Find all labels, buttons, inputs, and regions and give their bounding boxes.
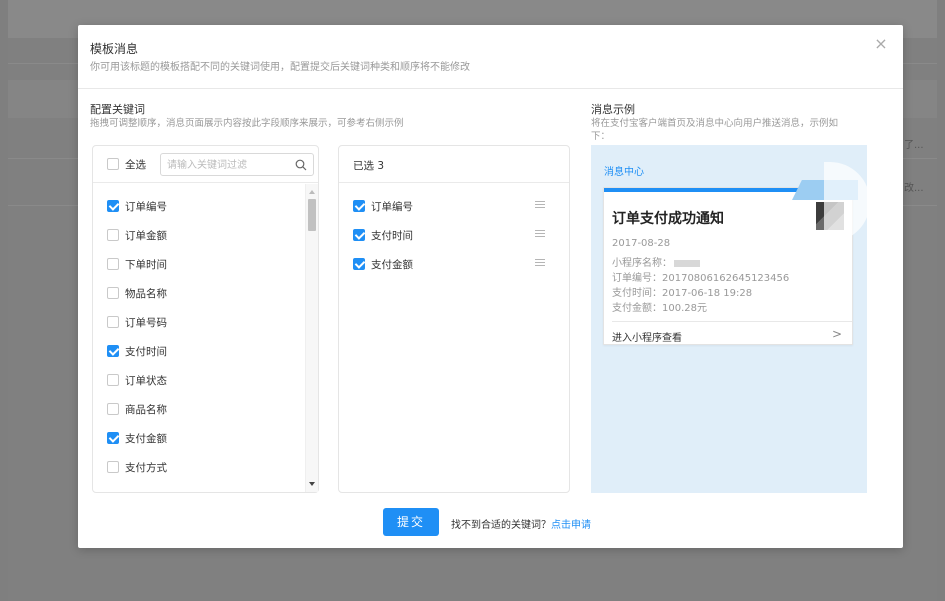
selected-checkbox[interactable] (353, 200, 365, 212)
background-trunc-text: 了... (904, 140, 924, 151)
template-message-modal: 模板消息 你可用该标题的模板搭配不同的关键词使用，配置提交后关键词种类和顺序将不… (78, 25, 903, 548)
keyword-label: 支付金额 (125, 433, 167, 445)
keyword-label: 订单金额 (125, 230, 167, 242)
keyword-label: 订单状态 (125, 375, 167, 387)
scroll-up-icon[interactable] (309, 190, 315, 194)
modal-subtitle: 你可用该标题的模板搭配不同的关键词使用，配置提交后关键词种类和顺序将不能修改 (90, 62, 470, 73)
preview-pay-amount: 支付金额：100.28元 (612, 303, 707, 314)
keyword-checkbox[interactable] (107, 432, 119, 444)
preview-app-name: 小程序名称： (612, 254, 700, 269)
modal-header: 模板消息 你可用该标题的模板搭配不同的关键词使用，配置提交后关键词种类和顺序将不… (78, 25, 903, 89)
keyword-checkbox[interactable] (107, 374, 119, 386)
preview-card: 订单支付成功通知 2017-08-28 小程序名称： 订单编号：20170806… (603, 180, 858, 345)
apply-link[interactable]: 点击申请 (551, 520, 591, 531)
selected-item[interactable]: 支付时间 (339, 221, 569, 250)
keyword-item[interactable]: 物品名称 (93, 279, 306, 308)
keyword-item[interactable]: 支付时间 (93, 337, 306, 366)
keyword-panel: 全选 订单编号订单金额下单时间物品名称订单号码支付时间订单状态商品名称支付金额支… (92, 145, 319, 493)
modal-title: 模板消息 (90, 42, 139, 56)
keyword-checkbox[interactable] (107, 229, 119, 241)
blurred-text (674, 259, 700, 267)
keyword-checkbox[interactable] (107, 287, 119, 299)
keyword-list: 订单编号订单金额下单时间物品名称订单号码支付时间订单状态商品名称支付金额支付方式 (93, 184, 306, 492)
select-all-checkbox[interactable] (107, 158, 119, 170)
message-center-label: 消息中心 (604, 167, 644, 178)
close-icon[interactable]: × (873, 36, 889, 53)
preview-title: 消息示例 (591, 103, 635, 116)
keyword-label: 商品名称 (125, 404, 167, 416)
config-keywords-subtitle: 拖拽可调整顺序，消息页面展示内容按此字段顺序来展示，可参考右侧示例 (90, 118, 404, 129)
keyword-checkbox[interactable] (107, 258, 119, 270)
keyword-checkbox[interactable] (107, 345, 119, 357)
keyword-item[interactable]: 订单号码 (93, 308, 306, 337)
selected-label: 支付时间 (371, 230, 413, 242)
keyword-label: 支付方式 (125, 462, 167, 474)
preview-enter-link: 进入小程序查看 (612, 333, 682, 344)
preview-card-title: 订单支付成功通知 (612, 211, 724, 227)
keyword-label: 支付时间 (125, 346, 167, 358)
preview-subtitle-line1: 将在支付宝客户端首页及消息中心向用户推送消息，示例如 (591, 118, 839, 129)
keyword-scrollbar[interactable] (305, 184, 318, 492)
selected-panel: 已选 3 订单编号支付时间支付金额 (338, 145, 570, 493)
keyword-item[interactable]: 订单状态 (93, 366, 306, 395)
keyword-label: 物品名称 (125, 288, 167, 300)
keyword-checkbox[interactable] (107, 461, 119, 473)
keyword-checkbox[interactable] (107, 200, 119, 212)
keyword-item[interactable]: 支付方式 (93, 453, 306, 482)
scroll-thumb[interactable] (308, 199, 316, 231)
keyword-search-input[interactable] (167, 157, 287, 173)
message-preview: 消息中心 订单支付成功通知 2017-08-28 小程序名称： 订单编号：201… (591, 145, 870, 493)
selected-panel-header: 已选 3 (339, 146, 569, 183)
background-trunc-text: 改... (904, 183, 924, 194)
select-all-label[interactable]: 全选 (125, 157, 146, 172)
drag-handle-icon[interactable] (535, 230, 545, 238)
selected-label: 支付金额 (371, 259, 413, 271)
preview-app-name-label: 小程序名称： (612, 258, 672, 269)
keyword-item[interactable]: 订单金额 (93, 221, 306, 250)
selected-checkbox[interactable] (353, 229, 365, 241)
keyword-checkbox[interactable] (107, 403, 119, 415)
keyword-checkbox[interactable] (107, 316, 119, 328)
drag-handle-icon[interactable] (535, 201, 545, 209)
keyword-label: 订单号码 (125, 317, 167, 329)
selected-item[interactable]: 订单编号 (339, 192, 569, 221)
config-keywords-title: 配置关键词 (90, 103, 145, 116)
preview-subtitle-line2: 下： (591, 131, 611, 142)
keyword-label: 下单时间 (125, 259, 167, 271)
selected-count: 已选 3 (353, 160, 385, 172)
preview-date: 2017-08-28 (612, 238, 671, 249)
submit-button[interactable]: 提交 (383, 508, 439, 536)
scroll-down-icon[interactable] (309, 482, 315, 486)
keyword-search-box[interactable] (160, 153, 314, 176)
keyword-label: 订单编号 (125, 201, 167, 213)
selected-label: 订单编号 (371, 201, 413, 213)
chevron-right-icon: > (831, 327, 842, 341)
preview-pay-time: 支付时间：2017-06-18 19:28 (612, 288, 753, 299)
keyword-item[interactable]: 下单时间 (93, 250, 306, 279)
drag-handle-icon[interactable] (535, 259, 545, 267)
keyword-item[interactable]: 支付金额 (93, 424, 306, 453)
footer-prompt-text: 找不到合适的关键词？ (451, 520, 551, 531)
selected-item[interactable]: 支付金额 (339, 250, 569, 279)
keyword-panel-header: 全选 (93, 146, 318, 183)
preview-order-number: 订单编号：20170806162645123456 (612, 273, 790, 284)
preview-divider (612, 321, 852, 322)
preview-decoration (824, 162, 870, 242)
keyword-item[interactable]: 订单编号 (93, 192, 306, 221)
keyword-item[interactable]: 商品名称 (93, 395, 306, 424)
selected-checkbox[interactable] (353, 258, 365, 270)
footer-prompt: 找不到合适的关键词？点击申请 (451, 516, 591, 531)
search-icon[interactable] (295, 159, 307, 171)
